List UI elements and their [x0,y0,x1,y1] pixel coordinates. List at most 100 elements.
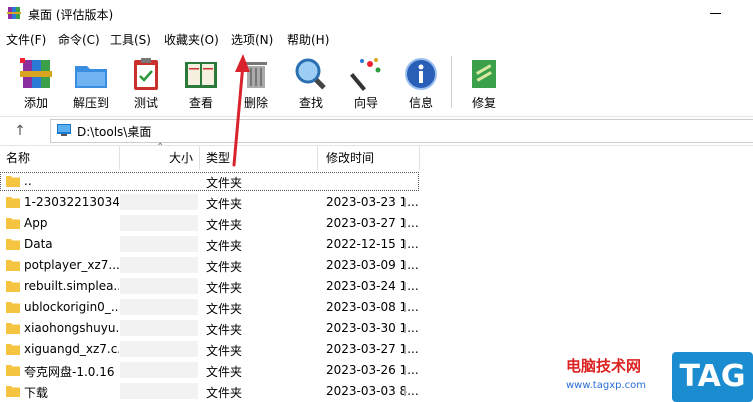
list-item[interactable]: 夸克网盘-1.0.16 文件夹 2023-03-26 1... [0,360,420,381]
address-path: D:\tools\桌面 [77,125,152,139]
file-name: ublockorigin0_... [24,300,119,314]
list-item[interactable]: Data 文件夹 2022-12-15 1... [0,234,420,255]
row-marker [404,261,406,270]
file-size [120,383,198,399]
file-size [120,299,198,315]
file-type: 文件夹 [206,218,243,232]
list-item[interactable]: .. 文件夹 [0,171,420,192]
test-label: 测试 [133,96,158,110]
find-label: 查找 [298,96,323,110]
file-type: 文件夹 [206,239,243,253]
wizard-button[interactable]: 向导 [340,52,392,112]
menu-options[interactable]: 选项(N) [228,31,276,48]
list-item[interactable]: App 文件夹 2023-03-27 1... [0,213,420,234]
repair-icon [472,60,496,88]
list-item[interactable]: rebuilt.simplea... 文件夹 2023-03-24 1... [0,276,420,297]
test-button[interactable]: 测试 [120,52,172,112]
file-size [120,194,198,210]
file-type: 文件夹 [206,281,243,295]
add-button[interactable]: 添加 [10,52,62,112]
find-button[interactable]: 查找 [285,52,337,112]
row-marker [404,345,406,354]
menu-favorites[interactable]: 收藏夹(O) [161,31,222,48]
row-marker [404,198,406,207]
test-clipboard-icon [134,58,158,90]
folder-icon [6,365,20,376]
file-type: 文件夹 [206,344,243,358]
folder-icon [6,281,20,292]
file-type: 文件夹 [206,323,243,337]
file-type: 文件夹 [206,365,243,379]
repair-label: 修复 [471,96,496,110]
red-annotation-arrow-icon [232,54,250,167]
file-name: 夸克网盘-1.0.16 [24,365,115,379]
menu-command[interactable]: 命令(C) [55,31,103,48]
file-size [120,341,198,357]
file-type: 文件夹 [206,197,243,211]
add-label: 添加 [23,96,48,110]
menu-help[interactable]: 帮助(H) [284,31,332,48]
tag-logo-badge: TAG [672,352,753,402]
column-modified[interactable]: 修改时间 [318,146,420,170]
folder-icon [6,386,20,397]
menu-file[interactable]: 文件(F) [3,31,49,48]
menu-tools[interactable]: 工具(S) [107,31,154,48]
list-item[interactable]: potplayer_xz7.... 文件夹 2023-03-09 1... [0,255,420,276]
toolbar-separator [451,56,452,108]
wizard-wand-icon [350,58,381,91]
repair-button[interactable]: 修复 [458,52,510,112]
view-label: 查看 [188,96,213,110]
watermark-url: www.tagxp.com [566,380,646,391]
info-icon [405,58,437,90]
file-name: Data [24,237,53,251]
folder-icon [6,176,20,187]
find-magnifier-icon [295,58,326,90]
info-label: 信息 [408,96,433,110]
file-name: 1-230322130345 [24,195,119,209]
row-marker [404,366,406,375]
column-name[interactable]: 名称 [0,146,120,170]
file-name: xiguangd_xz7.c... [24,342,119,356]
info-button[interactable]: 信息 [395,52,447,112]
list-item[interactable]: 下载 文件夹 2023-03-03 8... [0,381,420,402]
file-type: 文件夹 [206,176,243,190]
row-marker [404,240,406,249]
file-size [120,215,198,231]
column-modified-label: 修改时间 [326,151,375,165]
column-type[interactable]: 类型 [200,146,318,170]
list-item[interactable]: 1-230322130345 文件夹 2023-03-23 1... [0,192,420,213]
folder-icon [6,239,20,250]
file-list-header: 名称 ⌃ 大小 类型 修改时间 [0,142,753,170]
file-name: rebuilt.simplea... [24,279,119,293]
folder-icon [6,302,20,313]
column-type-label: 类型 [206,151,231,165]
address-input[interactable]: D:\tools\桌面 [50,119,753,143]
desktop-icon [57,124,71,136]
folder-icon [6,197,20,208]
folder-icon [6,260,20,271]
row-marker [404,303,406,312]
view-book-icon [185,62,217,88]
up-arrow-icon[interactable]: ↑ [10,121,30,141]
wizard-label: 向导 [353,96,378,110]
list-item[interactable]: ublockorigin0_... 文件夹 2023-03-08 1... [0,297,420,318]
column-size-label: 大小 [168,151,193,165]
list-item[interactable]: xiaohongshuyu... 文件夹 2023-03-30 1... [0,318,420,339]
file-name: 下载 [24,386,49,400]
extract-folder-icon [75,66,107,88]
file-type: 文件夹 [206,386,243,400]
column-size[interactable]: 大小 [120,146,200,170]
row-marker [404,219,406,228]
view-button[interactable]: 查看 [175,52,227,112]
file-type: 文件夹 [206,260,243,274]
watermark-text: 电脑技术网 [566,357,642,375]
extract-to-button[interactable]: 解压到 [65,52,117,112]
minimize-button[interactable] [696,4,736,24]
window-title: 桌面 (评估版本) [28,8,114,22]
row-marker [404,387,406,396]
file-size [120,362,198,378]
file-name: .. [24,174,32,188]
row-marker [404,282,406,291]
folder-icon [6,218,20,229]
list-item[interactable]: xiguangd_xz7.c... 文件夹 2023-03-27 1... [0,339,420,360]
